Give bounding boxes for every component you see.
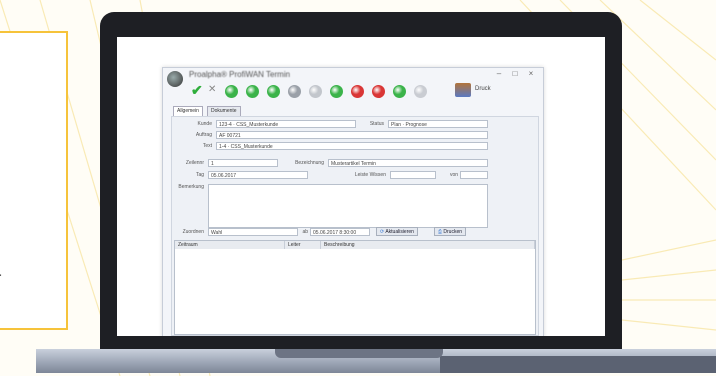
grid-header-leiter[interactable]: Leiter (285, 241, 321, 249)
aktualisieren-label: Aktualisieren (385, 229, 414, 235)
text-field[interactable]: 1-4 · CSS_Musterkunde (216, 142, 488, 150)
toolbar: ✔ ✕ Druck (191, 82, 531, 102)
gray-circle-icon[interactable] (309, 85, 322, 98)
bezeichnung-field[interactable]: Musterartikel Termin (328, 159, 488, 167)
kunde-label: Kunde (197, 121, 212, 127)
zuordnung-field[interactable]: Wahl (208, 228, 298, 236)
title-bar: Proalpha® ProfiWAN Termin – □ × (163, 68, 543, 87)
form-panel: Kunde 123-4 · CSS_Musterkunde Status Pla… (171, 116, 539, 336)
zeile-field[interactable]: 1 (208, 159, 278, 167)
maximize-button[interactable]: □ (509, 69, 521, 78)
bemerkung-textarea[interactable] (208, 184, 488, 228)
drucken-label: Drucken (443, 229, 463, 235)
x-icon[interactable]: ✕ (208, 84, 216, 95)
minimize-button[interactable]: – (493, 69, 505, 78)
green-circle-icon[interactable] (267, 85, 280, 98)
info-card-text: r (0, 270, 20, 288)
ab-field[interactable]: 05.06.2017 8:30:00 (310, 228, 370, 236)
green-circle-icon[interactable] (246, 85, 259, 98)
app-logo-icon (167, 71, 183, 87)
auftrag-field[interactable]: AF 00721 (216, 131, 488, 139)
laptop-base-shade (440, 356, 716, 373)
laptop-notch (275, 349, 443, 358)
grid-header-beschreibung[interactable]: Beschreibung (321, 241, 535, 249)
close-button[interactable]: × (525, 69, 537, 78)
print-label[interactable]: Druck (475, 86, 491, 92)
print-icon[interactable] (455, 83, 471, 97)
gray-circle-icon[interactable] (414, 85, 427, 98)
grid-header-zeitraum[interactable]: Zeitraum (175, 241, 285, 249)
zuordnung-label: Zuordnen (182, 229, 204, 235)
tag-label: Tag (195, 172, 204, 178)
app-window: Proalpha® ProfiWAN Termin – □ × ✔ ✕ Druc… (162, 67, 544, 336)
status-label: Status (369, 121, 384, 127)
green-circle-icon[interactable] (225, 85, 238, 98)
leiste-field[interactable] (390, 171, 436, 179)
zeile-label: Zeilennr (185, 160, 204, 166)
red-circle-icon[interactable] (372, 85, 385, 98)
aktualisieren-button[interactable]: ⟳ Aktualisieren (376, 227, 418, 236)
leiste-label: Leiste Wissen (354, 172, 386, 178)
green-circle-icon[interactable] (393, 85, 406, 98)
von-label: von (449, 172, 458, 178)
auftrag-label: Auftrag (195, 132, 212, 138)
data-grid: Zeitraum Leiter Beschreibung (174, 240, 536, 335)
kunde-field[interactable]: 123-4 · CSS_Musterkunde (216, 120, 356, 128)
red-circle-icon[interactable] (351, 85, 364, 98)
ab-label: ab (302, 229, 308, 235)
window-title: Proalpha® ProfiWAN Termin (189, 70, 291, 79)
text-label: Text (202, 143, 212, 149)
bezeichnung-label: Bezeichnung (295, 160, 324, 166)
von-field[interactable] (460, 171, 488, 179)
green-circle-icon[interactable] (330, 85, 343, 98)
gray-circle-icon[interactable] (288, 85, 301, 98)
tag-field[interactable]: 05.06.2017 (208, 171, 308, 179)
laptop-screen: Proalpha® ProfiWAN Termin – □ × ✔ ✕ Druc… (117, 37, 605, 336)
check-icon[interactable]: ✔ (191, 82, 203, 99)
drucken-button[interactable]: ⎙ Drucken (434, 227, 467, 236)
status-field[interactable]: Plan · Prognose (388, 120, 488, 128)
bemerkung-label: Bemerkung (178, 184, 204, 190)
